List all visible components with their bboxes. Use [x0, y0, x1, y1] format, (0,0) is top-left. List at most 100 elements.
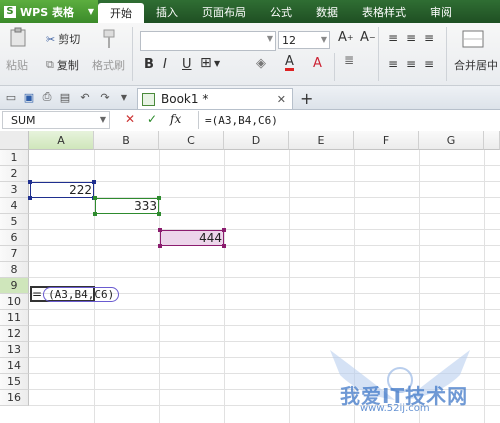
row-header-11[interactable]: 11: [0, 310, 29, 326]
ref-handle[interactable]: [92, 180, 96, 184]
menu-formulas[interactable]: 公式: [258, 0, 304, 23]
underline-button[interactable]: U: [182, 57, 192, 72]
copy-icon: ⧉: [46, 58, 54, 71]
formula-reference-text: (A3,B4,C6): [43, 286, 120, 302]
ref-handle[interactable]: [93, 196, 97, 200]
row-header-12[interactable]: 12: [0, 326, 29, 342]
merge-center-button[interactable]: 合并居中: [454, 57, 498, 73]
ref-handle[interactable]: [157, 196, 161, 200]
copy-button[interactable]: ⧉ 复制: [46, 57, 79, 73]
ref-handle[interactable]: [93, 212, 97, 216]
tab-book1[interactable]: Book1 * ✕: [137, 88, 293, 109]
ref-handle[interactable]: [157, 212, 161, 216]
insert-function-icon[interactable]: fx: [170, 112, 181, 126]
row-header-8[interactable]: 8: [0, 262, 29, 278]
row-header-7[interactable]: 7: [0, 246, 29, 262]
column-header-f[interactable]: F: [354, 131, 419, 150]
format-painter-button[interactable]: 格式刷: [92, 57, 125, 73]
border-icon[interactable]: ⊞: [200, 55, 212, 71]
folder-icon[interactable]: ▭: [5, 91, 17, 104]
ref-handle[interactable]: [28, 196, 32, 200]
name-box[interactable]: SUM ▼: [2, 111, 110, 129]
clear-format-icon[interactable]: A: [313, 56, 322, 71]
chevron-down-icon: ▼: [99, 115, 106, 124]
separator: [378, 27, 379, 81]
align-right-icon[interactable]: ≡: [424, 57, 434, 71]
fill-color-icon[interactable]: ◈: [256, 56, 266, 71]
row-header-9[interactable]: 9: [0, 278, 29, 294]
cut-button[interactable]: ✂ 剪切: [46, 31, 80, 47]
column-header-g[interactable]: G: [419, 131, 484, 150]
format-painter-icon[interactable]: [98, 27, 122, 51]
menu-insert[interactable]: 插入: [144, 0, 190, 23]
undo-icon[interactable]: ↶: [79, 91, 91, 104]
menu-review[interactable]: 审阅: [418, 0, 464, 23]
ref-handle[interactable]: [158, 228, 162, 232]
ref-handle[interactable]: [28, 180, 32, 184]
align-center-icon[interactable]: ≡: [406, 57, 416, 71]
app-menu-button[interactable]: S WPS 表格 ▼: [0, 0, 98, 23]
paste-button[interactable]: 粘贴: [6, 57, 28, 73]
chevron-down-icon[interactable]: ▼: [118, 91, 130, 103]
watermark-url: www.52ij.com: [360, 403, 430, 414]
print-icon[interactable]: ⎙: [41, 90, 53, 103]
indent-icon[interactable]: ≣: [344, 53, 354, 67]
row-header-3[interactable]: 3: [0, 182, 29, 198]
cancel-icon[interactable]: ✕: [125, 112, 135, 126]
formula-input[interactable]: =(A3,B4,C6): [198, 111, 500, 129]
bold-button[interactable]: B: [144, 57, 154, 72]
row-header-5[interactable]: 5: [0, 214, 29, 230]
menu-home[interactable]: 开始: [98, 3, 144, 23]
menu-page-layout[interactable]: 页面布局: [190, 0, 258, 23]
ref-handle[interactable]: [158, 244, 162, 248]
new-tab-icon[interactable]: +: [300, 89, 313, 108]
decrease-font-icon[interactable]: A −: [360, 30, 376, 45]
column-header-e[interactable]: E: [289, 131, 354, 150]
gridline: [289, 150, 290, 423]
cell-c6[interactable]: 444: [160, 230, 224, 246]
row-header-6[interactable]: 6: [0, 230, 29, 246]
ref-handle[interactable]: [222, 228, 226, 232]
align-top-icon[interactable]: ≡: [388, 31, 398, 45]
paste-icon[interactable]: [8, 27, 30, 49]
font-name-select[interactable]: ▼: [140, 31, 276, 51]
font-size-select[interactable]: 12 ▼: [278, 31, 330, 49]
ref-handle[interactable]: [222, 244, 226, 248]
row-header-14[interactable]: 14: [0, 358, 29, 374]
select-all-corner[interactable]: [0, 131, 29, 150]
chevron-down-icon[interactable]: ▼: [214, 59, 220, 68]
align-middle-icon[interactable]: ≡: [406, 31, 416, 45]
cell-b4[interactable]: 333: [95, 198, 159, 214]
row-header-16[interactable]: 16: [0, 390, 29, 406]
close-icon[interactable]: ✕: [277, 93, 286, 106]
row-header-2[interactable]: 2: [0, 166, 29, 182]
increase-font-icon[interactable]: A +: [338, 30, 354, 45]
align-left-icon[interactable]: ≡: [388, 57, 398, 71]
row-header-15[interactable]: 15: [0, 374, 29, 390]
ribbon: 粘贴 ✂ 剪切 ⧉ 复制 格式刷 ▼ 12 ▼ A + A − B I U ⊞ ▼ ◈ A…: [0, 23, 500, 86]
gridline: [29, 229, 500, 230]
italic-button[interactable]: I: [163, 57, 167, 72]
menu-table-style[interactable]: 表格样式: [350, 0, 418, 23]
column-header-a[interactable]: A: [29, 131, 94, 150]
align-bottom-icon[interactable]: ≡: [424, 31, 434, 45]
font-color-icon[interactable]: A: [285, 55, 294, 71]
row-header-4[interactable]: 4: [0, 198, 29, 214]
print-preview-icon[interactable]: ▤: [59, 91, 71, 104]
cell-a3[interactable]: 222: [30, 182, 94, 198]
column-header-d[interactable]: D: [224, 131, 289, 150]
save-icon[interactable]: ▣: [23, 91, 35, 104]
column-header-c[interactable]: C: [159, 131, 224, 150]
menu-data[interactable]: 数据: [304, 0, 350, 23]
redo-icon[interactable]: ↷: [99, 91, 111, 104]
confirm-icon[interactable]: ✓: [147, 112, 157, 126]
gridline: [29, 277, 500, 278]
column-header-b[interactable]: B: [94, 131, 159, 150]
cut-label: 剪切: [58, 33, 81, 46]
row-header-13[interactable]: 13: [0, 342, 29, 358]
row-header-10[interactable]: 10: [0, 294, 29, 310]
merge-icon[interactable]: [462, 29, 484, 49]
row-header-1[interactable]: 1: [0, 150, 29, 166]
cell-a9-editor[interactable]: = (A3,B4,C6): [30, 286, 120, 302]
scissors-icon: ✂: [46, 32, 56, 46]
